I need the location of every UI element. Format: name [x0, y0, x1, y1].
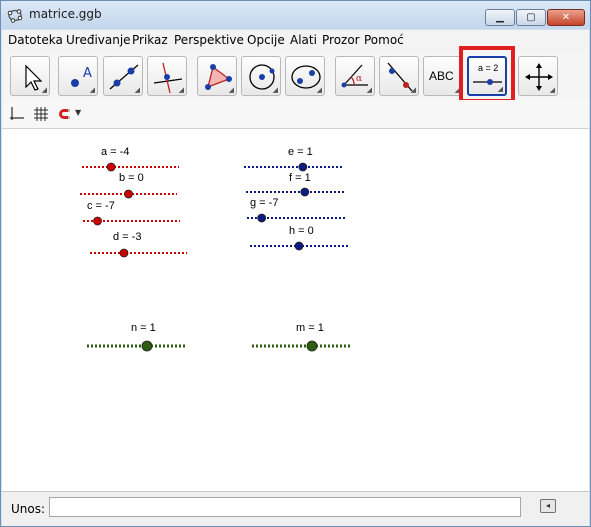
menu-perspektive[interactable]: Perspektive [174, 33, 244, 47]
slider-n-knob[interactable] [141, 340, 153, 352]
menu-datoteka[interactable]: Datoteka [8, 33, 63, 47]
slider-g-label: g = -7 [250, 197, 279, 209]
slider-a-knob[interactable] [106, 162, 116, 172]
slider-g-knob[interactable] [257, 213, 267, 223]
slider-f-label: f = 1 [289, 172, 311, 184]
slider-h-label: h = 0 [289, 225, 314, 237]
geogebra-window: matrice.ggb ▁ ▢ ✕ Datoteka Uređivanje Pr… [0, 0, 591, 527]
slider-b-label: b = 0 [119, 172, 144, 184]
point-tool[interactable]: A ◢ [58, 56, 98, 96]
polygon-tool[interactable]: ◢ [197, 56, 237, 96]
svg-text:α: α [356, 74, 362, 84]
menu-prozor[interactable]: Prozor [322, 33, 360, 47]
minimize-button[interactable]: ▁ [485, 9, 515, 26]
reflect-tool[interactable]: ◢ [379, 56, 419, 96]
graphics-view[interactable]: a = -4 b = 0 c = -7 d = -3 e = 1 f = 1 g… [2, 129, 589, 491]
angle-tool[interactable]: α ◢ [335, 56, 375, 96]
point-capture-dropdown-icon[interactable]: ▼ [75, 108, 81, 117]
text-tool[interactable]: ABC ◢ [423, 56, 463, 96]
magnet-snap-icon[interactable] [57, 106, 73, 122]
axes-icon[interactable] [9, 106, 25, 122]
grid-icon[interactable] [33, 106, 49, 122]
text-tool-label: ABC [429, 69, 454, 83]
slider-tool-highlight-box [459, 46, 515, 103]
slider-d-label: d = -3 [113, 231, 142, 243]
input-bar: Unos: ◂ [2, 491, 589, 526]
close-button[interactable]: ✕ [547, 9, 585, 26]
slider-c-knob[interactable] [93, 216, 102, 226]
input-bar-label: Unos: [11, 502, 46, 516]
slider-f-knob[interactable] [300, 187, 310, 197]
style-bar: ▼ [2, 100, 589, 129]
slider-m-knob[interactable] [306, 340, 318, 352]
maximize-button[interactable]: ▢ [516, 9, 546, 26]
title-bar[interactable]: matrice.ggb ▁ ▢ ✕ [1, 1, 590, 29]
slider-a-label: a = -4 [101, 146, 130, 158]
menu-alati[interactable]: Alati [290, 33, 317, 47]
slider-h-knob[interactable] [294, 241, 304, 251]
slider-n-label: n = 1 [131, 322, 156, 334]
menu-pomoc[interactable]: Pomoć [364, 33, 404, 47]
conic-tool[interactable]: ◢ [285, 56, 325, 96]
slider-c-label: c = -7 [87, 200, 115, 212]
menu-opcije[interactable]: Opcije [247, 33, 285, 47]
move-tool[interactable]: ◢ [10, 56, 50, 96]
input-help-button[interactable]: ◂ [540, 499, 556, 513]
slider-m-label: m = 1 [296, 322, 324, 334]
svg-text:A: A [83, 66, 92, 81]
circle-tool[interactable]: ◢ [241, 56, 281, 96]
slider-d-knob[interactable] [119, 248, 129, 258]
menu-uredivanje[interactable]: Uređivanje [66, 33, 131, 47]
menu-prikaz[interactable]: Prikaz [132, 33, 168, 47]
line-tool[interactable]: ◢ [103, 56, 143, 96]
geogebra-app-icon [7, 9, 23, 23]
slider-b-knob[interactable] [124, 189, 133, 199]
slider-e-knob[interactable] [298, 162, 308, 172]
input-field[interactable] [49, 497, 521, 517]
slider-e-label: e = 1 [288, 146, 313, 158]
window-title: matrice.ggb [29, 7, 102, 21]
move-graphics-view-tool[interactable]: ◢ [518, 56, 558, 96]
perpendicular-line-tool[interactable]: ◢ [147, 56, 187, 96]
